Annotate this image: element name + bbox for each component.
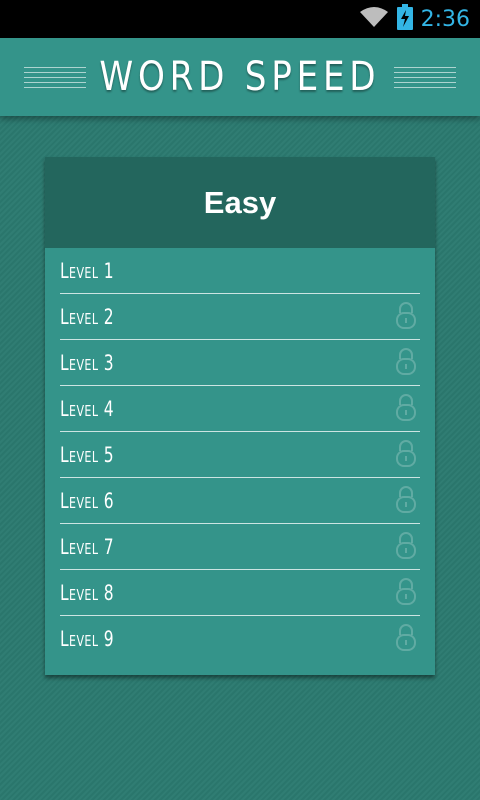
app-header: WORD SPEED xyxy=(0,38,480,116)
level-list: Level 1 Level 2 Level 3 Level 4 Level 5 Level… xyxy=(45,248,435,661)
level-label: Level 7 xyxy=(60,534,114,559)
lock-icon xyxy=(396,393,420,425)
app-title: WORD SPEED xyxy=(99,54,381,100)
lock-icon xyxy=(396,485,420,517)
clock-time: 2:36 xyxy=(420,6,470,32)
level-item-2[interactable]: Level 2 xyxy=(60,294,420,340)
title-decoration-left xyxy=(24,66,87,88)
lock-icon xyxy=(396,301,420,333)
level-item-3[interactable]: Level 3 xyxy=(60,340,420,386)
level-item-9[interactable]: Level 9 xyxy=(60,616,420,661)
lock-icon xyxy=(396,439,420,471)
difficulty-title: Easy xyxy=(203,184,277,220)
level-item-4[interactable]: Level 4 xyxy=(60,386,420,432)
lock-icon xyxy=(396,577,420,609)
level-item-7[interactable]: Level 7 xyxy=(60,524,420,570)
level-label: Level 2 xyxy=(60,304,114,329)
status-icons: 2:36 xyxy=(359,0,470,38)
lock-icon xyxy=(396,347,420,379)
difficulty-header: Easy xyxy=(45,157,435,248)
level-label: Level 5 xyxy=(60,442,114,467)
level-label: Level 6 xyxy=(60,488,114,513)
level-card: Easy Level 1 Level 2 Level 3 Level 4 Level 5… xyxy=(45,157,435,675)
level-item-8[interactable]: Level 8 xyxy=(60,570,420,616)
level-item-6[interactable]: Level 6 xyxy=(60,478,420,524)
title-decoration-right xyxy=(393,66,456,88)
level-item-1[interactable]: Level 1 xyxy=(60,248,420,294)
status-bar: 2:36 xyxy=(0,0,480,38)
wifi-icon xyxy=(359,5,389,33)
lock-icon xyxy=(396,531,420,563)
lock-icon xyxy=(396,623,420,655)
level-label: Level 8 xyxy=(60,580,114,605)
level-item-5[interactable]: Level 5 xyxy=(60,432,420,478)
level-label: Level 3 xyxy=(60,350,114,375)
level-label: Level 4 xyxy=(60,396,114,421)
level-label: Level 1 xyxy=(60,258,114,283)
level-label: Level 9 xyxy=(60,626,114,651)
battery-charging-icon xyxy=(396,4,413,34)
